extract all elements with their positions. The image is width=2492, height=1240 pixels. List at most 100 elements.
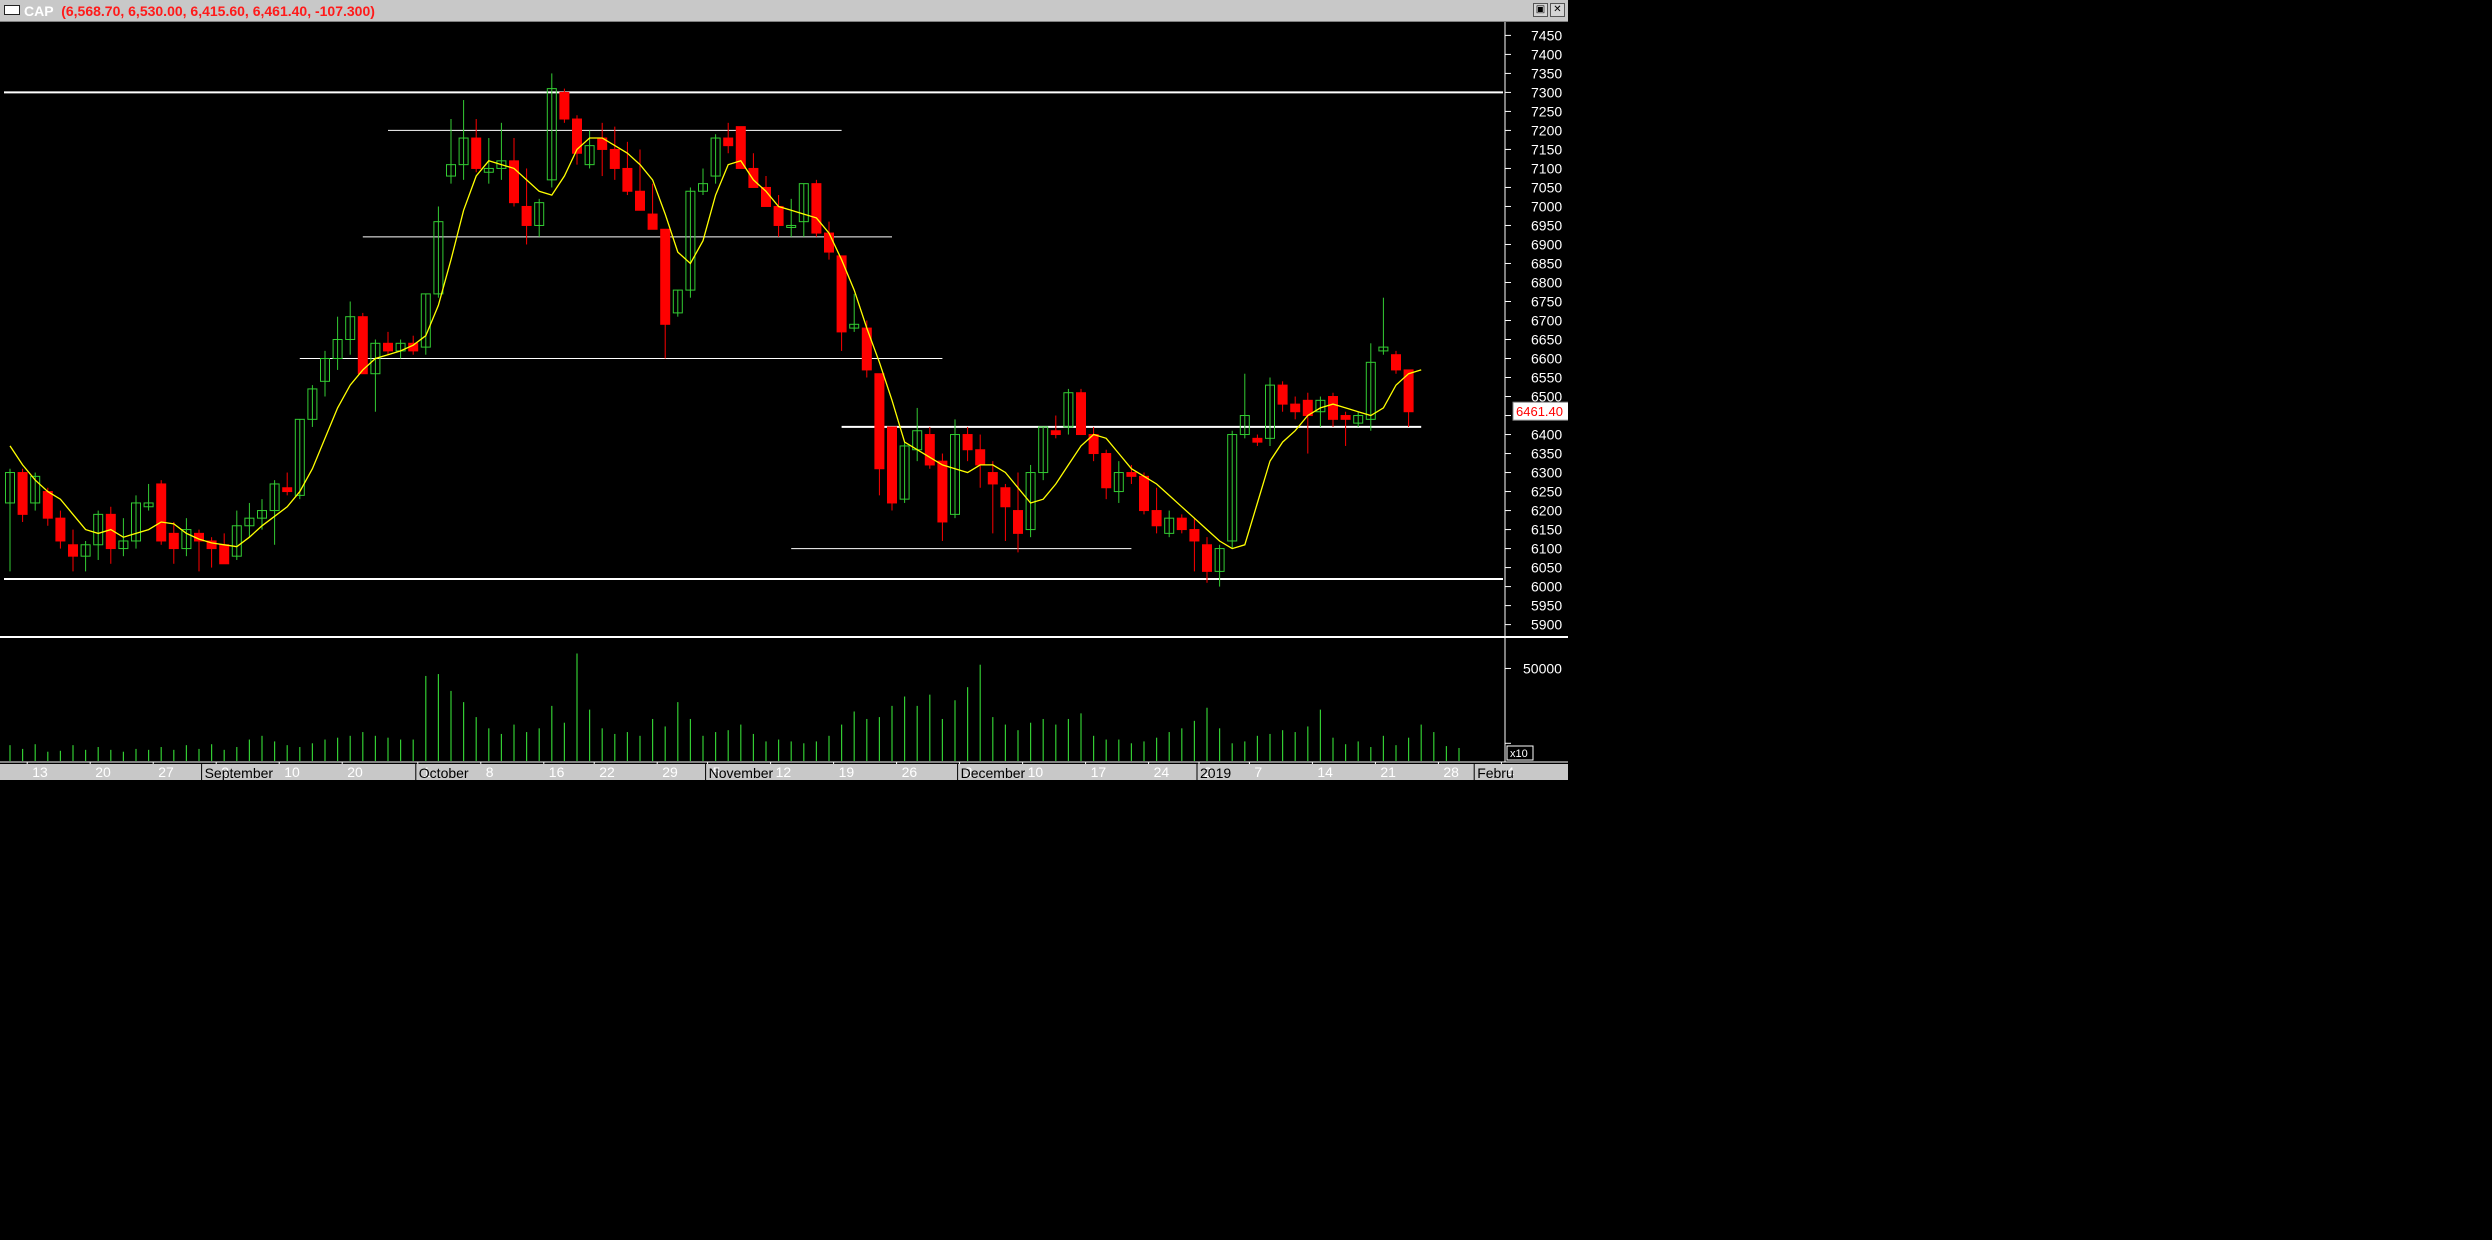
price-tick-label: 7000: [1531, 198, 1562, 214]
candle-down: [1050, 430, 1061, 436]
candle-down: [609, 148, 620, 169]
day-tick-label: 26: [902, 764, 918, 780]
price-tick-label: 7400: [1531, 46, 1562, 62]
candle-down: [1340, 415, 1351, 420]
price-tick-label: 7250: [1531, 103, 1562, 119]
last-price-label: 6461.40: [1516, 404, 1563, 419]
day-tick-label: 14: [1317, 764, 1333, 780]
price-tick-label: 6250: [1531, 484, 1562, 500]
month-label: November: [709, 765, 774, 780]
candle-down: [861, 327, 872, 371]
price-tick-label: 7450: [1531, 27, 1562, 43]
price-tick-label: 7050: [1531, 179, 1562, 195]
day-tick-label: 28: [1443, 764, 1459, 780]
price-tick-label: 7100: [1531, 160, 1562, 176]
price-tick-label: 6000: [1531, 579, 1562, 595]
candle-down: [42, 491, 53, 519]
price-tick-label: 7300: [1531, 84, 1562, 100]
price-tick-label: 6200: [1531, 503, 1562, 519]
candle-down: [1391, 354, 1401, 371]
title-bar: CAP (6,568.70, 6,530.00, 6,415.60, 6,461…: [0, 0, 1568, 22]
price-tick-label: 6150: [1531, 522, 1562, 538]
price-tick-label: 6900: [1531, 236, 1562, 252]
candle-down: [1176, 517, 1187, 531]
day-tick-label: 10: [284, 764, 300, 780]
month-label: October: [419, 765, 469, 780]
candle-down: [55, 517, 66, 542]
close-icon: ✕: [1553, 4, 1562, 15]
day-tick-label: 22: [599, 764, 615, 780]
candle-down: [521, 205, 532, 226]
day-tick-label: 24: [1154, 764, 1170, 780]
month-label: September: [205, 765, 274, 780]
candle-down: [1328, 396, 1338, 420]
candle-down: [1189, 529, 1200, 542]
candle-down: [723, 137, 734, 147]
day-tick-label: 13: [32, 764, 48, 780]
candle-down: [761, 186, 771, 207]
price-tick-label: 5950: [1531, 598, 1562, 614]
candle-down: [987, 472, 998, 485]
chart-window: 5900 5950 6000 6050 6100 6150 6200 6250 6300 6350…: [0, 0, 1568, 780]
day-tick-label: 12: [776, 764, 792, 780]
volume-tick-label: 50000: [1523, 660, 1562, 676]
close-button[interactable]: ✕: [1550, 3, 1565, 17]
candle-down: [924, 434, 935, 466]
price-tick-label: 6600: [1531, 351, 1562, 367]
candle-down: [975, 449, 986, 466]
candle-down: [635, 190, 645, 211]
price-tick-label: 6700: [1531, 312, 1562, 328]
candle-down: [773, 205, 784, 226]
restore-button[interactable]: ▣: [1533, 3, 1548, 17]
day-tick-label: 8: [486, 764, 494, 780]
price-tick-label: 6400: [1531, 427, 1562, 443]
price-tick-label: 6300: [1531, 465, 1562, 481]
candle-down: [811, 183, 822, 234]
price-chart[interactable]: 5900 5950 6000 6050 6100 6150 6200 6250 6300 6350…: [0, 0, 1568, 780]
price-tick-label: 6750: [1531, 293, 1562, 309]
symbol-name: CAP: [24, 3, 54, 19]
month-label: December: [961, 765, 1026, 780]
window-icon: [4, 5, 20, 15]
restore-icon: ▣: [1535, 4, 1546, 15]
month-label: 2019: [1200, 765, 1231, 780]
candle-down: [1126, 472, 1137, 477]
candle-down: [1277, 384, 1288, 405]
candle-down: [471, 137, 482, 169]
day-tick-label: 10: [1028, 764, 1044, 780]
day-tick-label: 21: [1380, 764, 1396, 780]
title-text: CAP (6,568.70, 6,530.00, 6,415.60, 6,461…: [24, 3, 375, 19]
candle-down: [874, 373, 885, 470]
candle-down: [1252, 437, 1263, 443]
price-tick-label: 6550: [1531, 370, 1562, 386]
candle-down: [559, 91, 570, 120]
candle-down: [1151, 510, 1162, 527]
candle-down: [168, 532, 179, 550]
candle-down: [17, 472, 28, 515]
candle-down: [1290, 403, 1301, 413]
day-tick-label: 16: [549, 764, 565, 780]
price-tick-label: 6050: [1531, 560, 1562, 576]
candle-down: [748, 167, 759, 188]
day-tick-label: 29: [662, 764, 678, 780]
day-tick-label: 7: [1254, 764, 1262, 780]
day-tick-label: 27: [158, 764, 174, 780]
candle-down: [383, 342, 393, 352]
candle-down: [1101, 453, 1112, 489]
price-tick-label: 6950: [1531, 217, 1562, 233]
day-tick-label: 17: [1091, 764, 1107, 780]
day-tick-label: 20: [347, 764, 363, 780]
price-tick-label: 6650: [1531, 332, 1562, 348]
candle-down: [647, 213, 658, 230]
price-tick-label: 7350: [1531, 65, 1562, 81]
candle-down: [622, 167, 633, 192]
candle-down: [156, 483, 167, 542]
candle-down: [219, 544, 230, 565]
candle-down: [1076, 392, 1086, 436]
candle-down: [824, 232, 834, 253]
candle-down: [887, 426, 897, 504]
candle-down: [1202, 544, 1212, 572]
candle-down: [937, 460, 948, 523]
candle-down: [660, 228, 671, 325]
candle-down: [1013, 510, 1023, 534]
